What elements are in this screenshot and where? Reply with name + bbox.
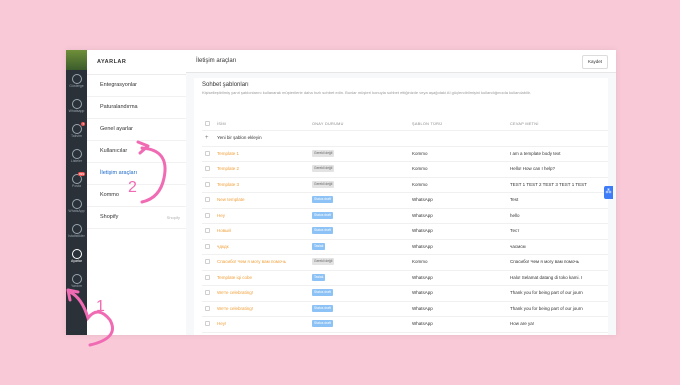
step-number-1: 1	[96, 298, 105, 315]
arrow-path-1	[68, 290, 114, 347]
tutorial-annotations: 2 1	[66, 140, 167, 347]
step-number-2: 2	[128, 179, 137, 196]
arrow-path-2	[140, 146, 167, 204]
